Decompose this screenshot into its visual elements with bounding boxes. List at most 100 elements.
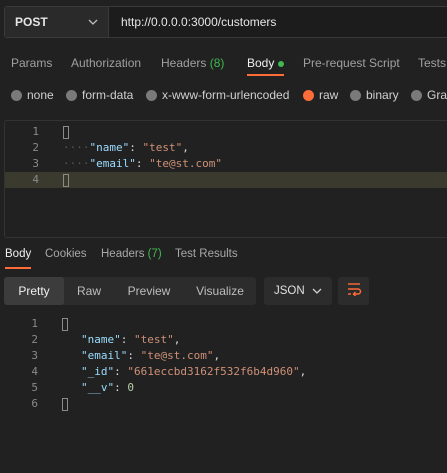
radio-circle-icon — [350, 89, 361, 101]
radio-form-data-label: form-data — [82, 88, 134, 102]
fold-brace-icon — [63, 125, 69, 139]
code-line: 5 "__v": 0 — [4, 380, 446, 396]
tab-params-label: Params — [11, 56, 53, 70]
tab-headers[interactable]: Headers (8) — [161, 50, 224, 76]
tab-body[interactable]: Body — [247, 50, 285, 76]
fold-brace-icon — [62, 317, 68, 331]
line-number: 2 — [32, 141, 39, 154]
json-value: "te@st.com" — [140, 349, 214, 362]
method-select[interactable]: POST — [5, 7, 109, 37]
code-line: 1 — [4, 316, 446, 332]
radio-binary[interactable]: binary — [350, 88, 399, 102]
tab-cookies[interactable]: Cookies — [45, 248, 87, 269]
request-body-editor[interactable]: 1 2 ····"name": "test", 3 ····"email": "… — [4, 120, 447, 238]
radio-circle-icon — [11, 89, 22, 101]
radio-form-data[interactable]: form-data — [66, 88, 133, 102]
view-raw-button[interactable]: Raw — [64, 277, 114, 305]
method-label: POST — [15, 15, 48, 29]
url-text: http://0.0.0.0:3000/customers — [121, 15, 277, 29]
line-number: 4 — [31, 365, 38, 378]
tab-params[interactable]: Params — [11, 50, 52, 76]
wrap-lines-button[interactable] — [338, 277, 369, 305]
line-number: 3 — [31, 349, 38, 362]
tab-test-results[interactable]: Test Results — [175, 248, 238, 269]
radio-circle-icon — [411, 89, 422, 101]
tab-body-label: Body — [247, 56, 275, 70]
tab-test-results-label: Test Results — [175, 248, 238, 260]
radio-raw-label: raw — [319, 88, 339, 102]
response-tabs: Body Cookies Headers (7) Test Results — [0, 245, 447, 269]
view-pretty-button[interactable]: Pretty — [4, 277, 64, 305]
tab-pre-request-label: Pre-request Script — [303, 56, 400, 70]
code-line: 3 "email": "te@st.com", — [4, 348, 446, 364]
line-number: 2 — [31, 333, 38, 346]
view-preview-label: Preview — [127, 284, 171, 298]
view-visualize-label: Visualize — [196, 284, 244, 298]
body-modified-dot-icon — [278, 60, 285, 67]
tab-response-body[interactable]: Body — [5, 248, 32, 269]
json-key: "email" — [89, 157, 136, 170]
line-number: 6 — [31, 397, 38, 410]
tab-tests-label: Tests — [418, 56, 447, 70]
code-line-current: 4 — [5, 172, 447, 188]
json-value: "test" — [142, 141, 183, 154]
chevron-down-icon — [86, 15, 100, 29]
tab-cookies-label: Cookies — [45, 248, 87, 260]
radio-raw[interactable]: raw — [303, 88, 338, 102]
radio-none-label: none — [27, 88, 54, 102]
code-line: 3 ····"email": "te@st.com" — [5, 156, 447, 172]
line-number: 3 — [32, 157, 39, 170]
tab-pre-request-script[interactable]: Pre-request Script — [303, 50, 400, 76]
json-value: 0 — [127, 381, 134, 394]
format-label: JSON — [274, 285, 305, 297]
tab-authorization-label: Authorization — [71, 56, 142, 70]
tab-response-headers[interactable]: Headers (7) — [101, 248, 162, 269]
code-line: 2 ····"name": "test", — [5, 140, 447, 156]
view-raw-label: Raw — [76, 284, 101, 298]
code-line: 4 "_id": "661eccbd3162f532f6b4d960", — [4, 364, 446, 380]
json-key: "name" — [81, 333, 121, 346]
body-type-options: none form-data x-www-form-urlencoded raw… — [0, 86, 447, 106]
line-number: 4 — [32, 173, 39, 186]
code-line: 6 — [4, 396, 446, 412]
radio-circle-icon — [146, 89, 157, 101]
view-visualize-button[interactable]: Visualize — [184, 277, 256, 305]
url-input[interactable]: http://0.0.0.0:3000/customers — [109, 7, 447, 37]
response-view-switch: Pretty Raw Preview Visualize — [4, 277, 256, 305]
tab-response-headers-label: Headers — [101, 248, 145, 260]
response-headers-count-badge: (7) — [147, 248, 162, 260]
line-number: 1 — [32, 125, 39, 138]
view-pretty-label: Pretty — [18, 284, 50, 298]
view-preview-button[interactable]: Preview — [114, 277, 184, 305]
code-line: 2 "name": "test", — [4, 332, 446, 348]
json-value: "te@st.com" — [149, 157, 222, 170]
headers-count-badge: (8) — [209, 56, 225, 70]
request-tabs: Params Authorization Headers (8) Body Pr… — [0, 50, 447, 76]
radio-circle-icon — [66, 89, 77, 101]
wrap-lines-icon — [346, 282, 362, 301]
json-key: "email" — [81, 349, 128, 362]
response-body-viewer[interactable]: 1 2 "name": "test", 3 "email": "te@st.co… — [4, 314, 447, 414]
tab-tests[interactable]: Tests — [418, 50, 446, 76]
code-line: 1 — [5, 124, 447, 140]
line-number: 1 — [31, 317, 38, 330]
format-select[interactable]: JSON — [264, 277, 332, 305]
json-key: "__v" — [81, 381, 115, 394]
tab-authorization[interactable]: Authorization — [71, 50, 141, 76]
radio-graphql[interactable]: Grap — [411, 88, 447, 102]
fold-brace-icon — [63, 173, 69, 187]
radio-binary-label: binary — [366, 88, 399, 102]
json-value: "661eccbd3162f532f6b4d960" — [127, 365, 300, 378]
json-value: "test" — [134, 333, 174, 346]
tab-headers-label: Headers — [161, 56, 207, 70]
radio-none[interactable]: none — [11, 88, 54, 102]
json-key: "name" — [89, 141, 130, 154]
json-key: "_id" — [81, 365, 115, 378]
line-number: 5 — [31, 381, 38, 394]
radio-x-www-form-urlencoded[interactable]: x-www-form-urlencoded — [146, 88, 289, 102]
tab-response-body-label: Body — [5, 248, 32, 260]
radio-graphql-label: Grap — [427, 88, 447, 102]
chevron-down-icon — [310, 284, 324, 298]
radio-selected-icon — [303, 89, 314, 101]
radio-urlencoded-label: x-www-form-urlencoded — [162, 88, 290, 102]
